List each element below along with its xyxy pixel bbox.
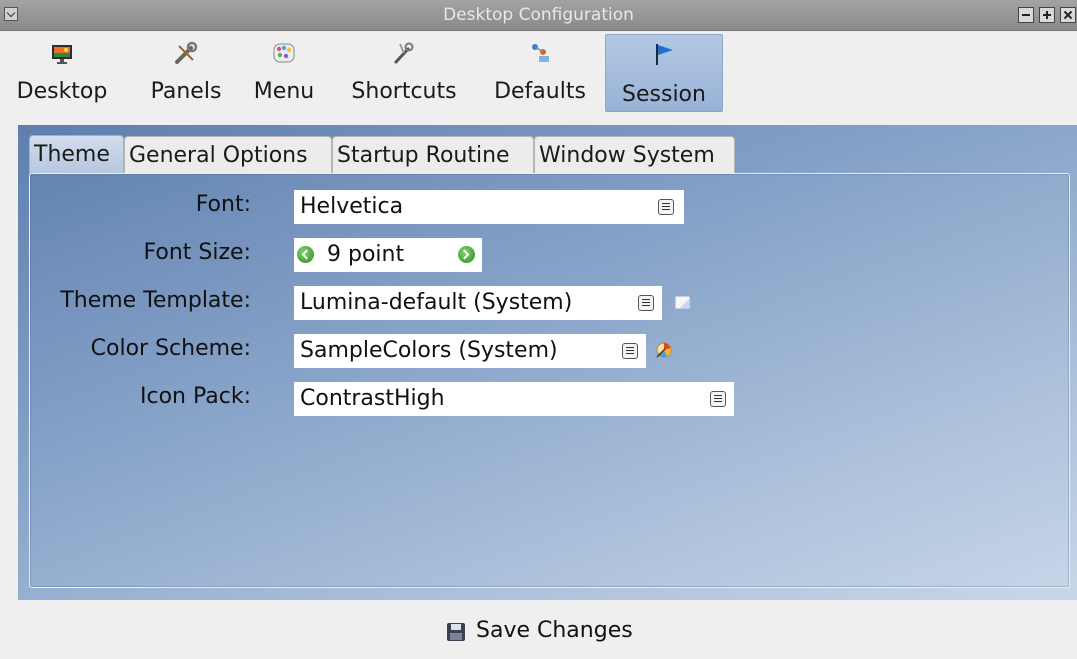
save-disk-icon: [447, 623, 465, 641]
tab-general-options[interactable]: General Options: [124, 136, 332, 173]
theme-template-select[interactable]: Lumina-default (System): [294, 286, 662, 320]
toolbar-menu-button[interactable]: Menu: [244, 34, 324, 112]
dropdown-icon: [710, 391, 726, 407]
dropdown-icon: [638, 295, 654, 311]
save-changes-label: Save Changes: [476, 618, 633, 643]
theme-template-value: Lumina-default (System): [300, 290, 573, 315]
toolbar-defaults-button[interactable]: Defaults: [484, 34, 596, 112]
default-apps-icon: [532, 44, 549, 62]
save-changes-button[interactable]: Save Changes: [442, 612, 657, 650]
keyboard-tools-icon: [394, 42, 414, 64]
toolbar-desktop-button[interactable]: Desktop: [0, 34, 124, 112]
font-value: Helvetica: [300, 194, 404, 219]
toolbar-desktop-label: Desktop: [16, 79, 108, 104]
dropdown-icon: [622, 343, 638, 359]
settings-area: Theme General Options Startup Routine Wi…: [18, 125, 1077, 600]
toolbar-menu-label: Menu: [253, 79, 315, 104]
wrench-screwdriver-icon: [175, 41, 198, 64]
icon-pack-label: Icon Pack:: [140, 384, 251, 409]
toolbar-panels-label: Panels: [150, 79, 222, 104]
font-label: Font:: [195, 192, 251, 217]
close-button[interactable]: [1060, 7, 1076, 23]
edit-document-icon[interactable]: [673, 293, 693, 313]
icon-pack-select[interactable]: ContrastHigh: [294, 382, 734, 416]
icon-pack-value: ContrastHigh: [300, 386, 445, 411]
desktop-configuration-window: Desktop Configuration Desktop Panels Men…: [0, 0, 1077, 659]
flag-icon: [656, 44, 673, 65]
theme-template-label: Theme Template:: [60, 288, 251, 313]
dropdown-icon: [658, 199, 674, 215]
minimize-button[interactable]: [1018, 7, 1034, 23]
color-scheme-value: SampleColors (System): [300, 338, 558, 363]
window-title: Desktop Configuration: [443, 5, 634, 25]
toolbar-shortcuts-label: Shortcuts: [351, 79, 457, 104]
tab-startup-routine[interactable]: Startup Routine: [332, 136, 534, 173]
toolbar-defaults-label: Defaults: [494, 79, 586, 104]
tab-theme[interactable]: Theme: [29, 135, 124, 174]
desktop-wallpaper-icon: [52, 45, 72, 64]
decrease-arrow-icon[interactable]: [297, 246, 314, 263]
font-size-label: Font Size:: [143, 240, 251, 265]
maximize-button[interactable]: [1039, 7, 1055, 23]
title-bar[interactable]: Desktop Configuration: [0, 0, 1077, 31]
toolbar-panels-button[interactable]: Panels: [140, 34, 232, 112]
toolbar-session-label: Session: [622, 82, 706, 107]
color-wheel-icon[interactable]: [654, 340, 674, 360]
font-size-spinbox[interactable]: 9 point: [294, 238, 482, 272]
theme-panel: Font: Helvetica Font Size: 9 point Theme…: [29, 173, 1070, 588]
tab-window-system[interactable]: Window System: [534, 136, 735, 173]
palette-menu-icon: [273, 43, 295, 63]
toolbar-shortcuts-button[interactable]: Shortcuts: [338, 34, 470, 112]
color-scheme-select[interactable]: SampleColors (System): [294, 334, 646, 368]
font-size-value: 9 point: [327, 242, 405, 267]
category-toolbar: Desktop Panels Menu Shortcuts Defaults S…: [0, 31, 1077, 117]
toolbar-session-button[interactable]: Session: [605, 34, 723, 112]
increase-arrow-icon[interactable]: [458, 246, 475, 263]
font-select[interactable]: Helvetica: [294, 190, 684, 224]
color-scheme-label: Color Scheme:: [90, 336, 251, 361]
